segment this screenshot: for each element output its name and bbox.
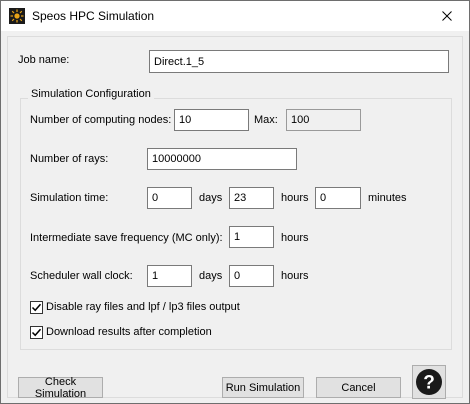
sim-days-unit: days [199, 192, 223, 204]
wall-days-input[interactable] [147, 265, 192, 287]
save-frequency-unit: hours [281, 232, 309, 244]
title-bar: Speos HPC Simulation [1, 1, 469, 31]
job-name-input[interactable] [149, 50, 449, 73]
disable-ray-files-label[interactable]: Disable ray files and lpf / lp3 files ou… [46, 301, 240, 313]
wall-days-unit: days [199, 270, 223, 282]
close-icon [441, 11, 452, 21]
computing-nodes-input[interactable] [174, 109, 249, 131]
sim-minutes-unit: minutes [368, 192, 407, 204]
simulation-config-title: Simulation Configuration [28, 88, 154, 100]
wall-hours-input[interactable] [229, 265, 274, 287]
window-title: Speos HPC Simulation [32, 9, 155, 23]
svg-text:?: ? [423, 373, 435, 394]
simulation-time-label: Simulation time: [30, 192, 109, 204]
max-label: Max: [254, 114, 278, 126]
question-icon: ? [416, 369, 442, 395]
help-button[interactable]: ? [412, 365, 446, 399]
sim-hours-unit: hours [281, 192, 309, 204]
checkmark-icon [31, 328, 42, 337]
checkmark-icon [31, 303, 42, 312]
job-name-label: Job name: [18, 54, 70, 66]
sim-days-input[interactable] [147, 187, 192, 209]
wall-hours-unit: hours [281, 270, 309, 282]
wall-clock-label: Scheduler wall clock: [30, 270, 133, 282]
save-frequency-label: Intermediate save frequency (MC only): [30, 232, 223, 244]
download-results-checkbox[interactable] [30, 326, 43, 339]
close-button[interactable] [424, 1, 469, 31]
save-frequency-input[interactable] [229, 226, 274, 248]
disable-ray-files-checkbox[interactable] [30, 301, 43, 314]
cancel-button[interactable]: Cancel [316, 377, 401, 398]
dialog-window: Speos HPC Simulation Job name: Simulatio… [0, 0, 470, 404]
check-simulation-button[interactable]: Check Simulation [18, 376, 103, 400]
run-simulation-button[interactable]: Run Simulation [222, 377, 304, 398]
sun-icon [9, 8, 25, 24]
sim-minutes-input[interactable] [315, 187, 361, 209]
sim-hours-input[interactable] [229, 187, 274, 209]
download-results-label[interactable]: Download results after completion [46, 326, 212, 338]
computing-nodes-label: Number of computing nodes: [30, 114, 172, 126]
rays-label: Number of rays: [30, 153, 109, 165]
rays-input[interactable] [147, 148, 297, 170]
max-nodes-field [286, 109, 361, 131]
